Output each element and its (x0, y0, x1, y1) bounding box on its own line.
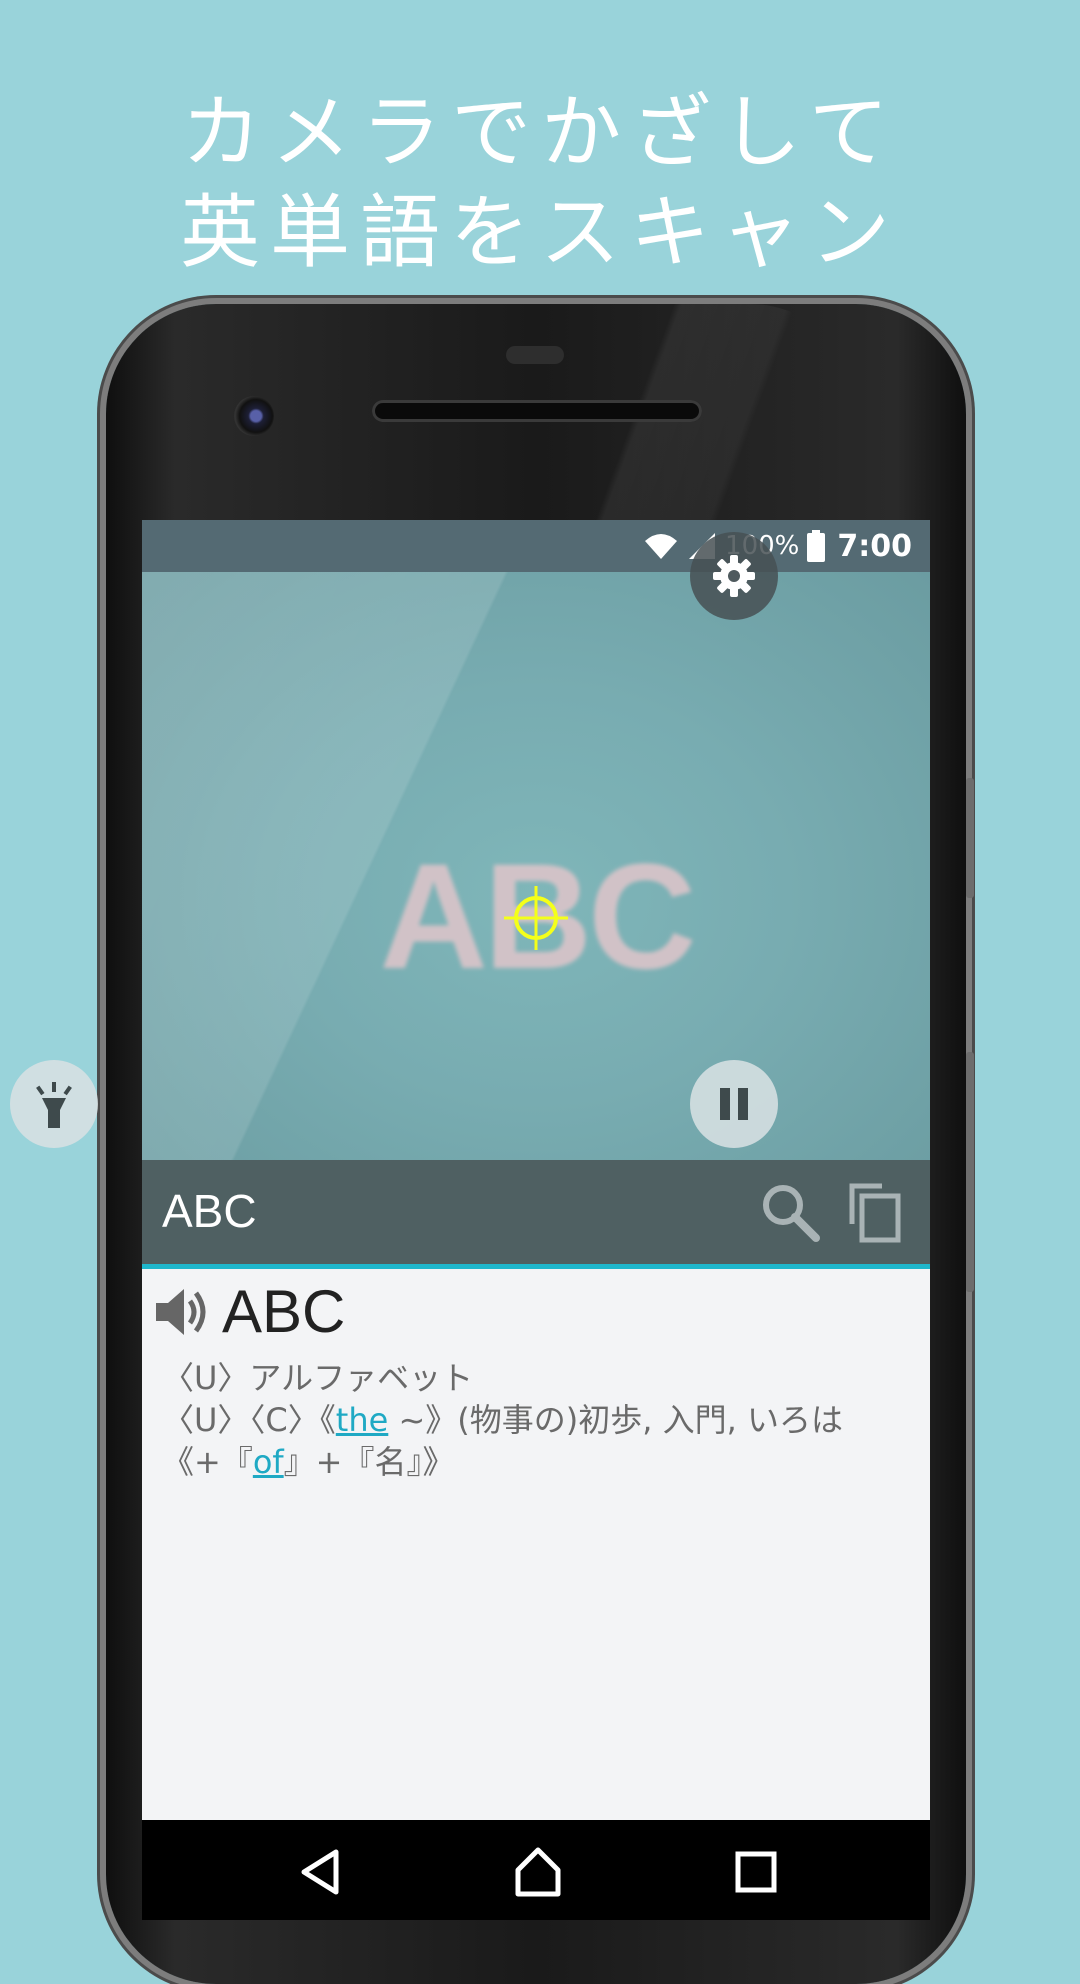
definition-line-3: 《+『of』+『名』》 (162, 1441, 922, 1483)
recents-icon[interactable] (728, 1844, 784, 1900)
battery-icon (807, 530, 826, 562)
phone-screen: 100% 7:00 ABC ABC (142, 520, 930, 1820)
crosshair-icon (504, 886, 568, 950)
dictionary-definition: 〈U〉アルファベット 〈U〉〈C〉《the ~》(物事の)初歩, 入門, いろは… (162, 1357, 922, 1483)
clock: 7:00 (837, 528, 912, 564)
navigation-bar (142, 1820, 930, 1920)
definition-text: ~》(物事の)初歩, 入門, いろは (388, 1401, 843, 1439)
dictionary-headword: ABC (222, 1278, 346, 1345)
flashlight-icon (36, 1082, 72, 1128)
definition-line-1: 〈U〉アルファベット (162, 1359, 474, 1397)
promo-headline-line1: カメラでかざして (181, 86, 899, 179)
definition-text: 〈U〉〈C〉《 (162, 1401, 336, 1439)
front-camera (234, 396, 274, 436)
power-button (966, 778, 974, 898)
speaker-grille (372, 400, 702, 422)
pause-button[interactable] (690, 1060, 778, 1148)
link-of[interactable]: of (253, 1443, 284, 1481)
speaker-icon[interactable] (152, 1283, 210, 1341)
settings-button[interactable] (690, 532, 778, 620)
camera-preview[interactable]: ABC (142, 572, 930, 1160)
definition-line-2: 〈U〉〈C〉《the ~》(物事の)初歩, 入門, いろは (162, 1399, 922, 1441)
pause-icon (720, 1088, 748, 1120)
earpiece (506, 346, 564, 364)
settings-icon (713, 555, 755, 597)
status-bar: 100% 7:00 (142, 520, 930, 572)
result-bar: ABC (142, 1160, 930, 1269)
link-the[interactable]: the (336, 1401, 389, 1439)
definition-text: 《+『 (162, 1443, 253, 1481)
definition-text: 』+『名』》 (283, 1443, 455, 1481)
copy-icon[interactable] (842, 1180, 906, 1244)
search-icon[interactable] (758, 1180, 822, 1244)
dictionary-panel: ABC 〈U〉アルファベット 〈U〉〈C〉《the ~》(物事の)初歩, 入門,… (142, 1269, 930, 1820)
home-icon[interactable] (510, 1844, 566, 1900)
promo-headline-line2: 英単語をスキャン (180, 186, 900, 279)
recognized-word: ABC (162, 1185, 257, 1237)
flashlight-button[interactable] (10, 1060, 98, 1148)
volume-button (966, 1052, 974, 1292)
back-icon[interactable] (294, 1844, 350, 1900)
wifi-icon (645, 534, 678, 559)
